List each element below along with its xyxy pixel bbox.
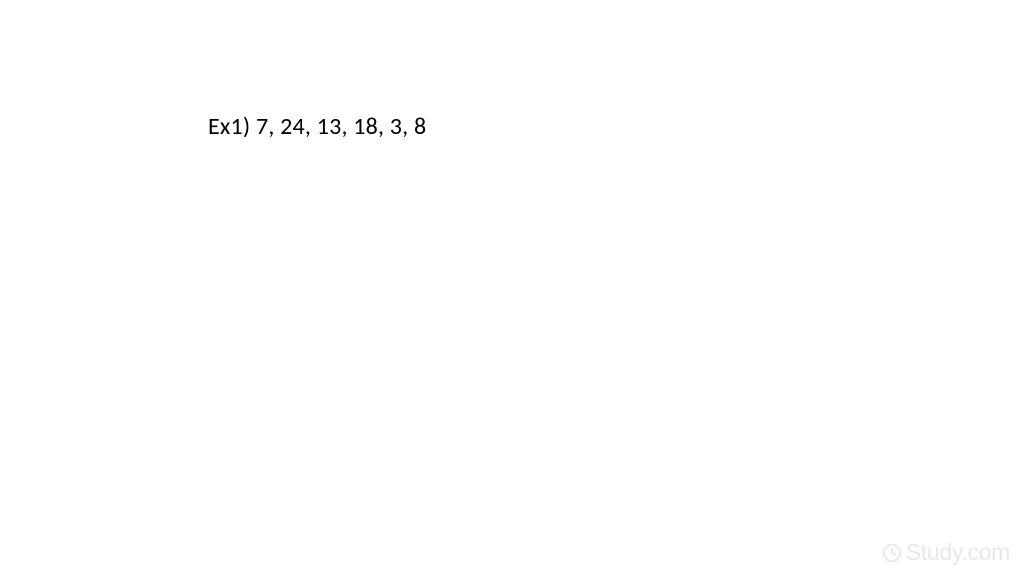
watermark: Study.com	[881, 539, 1010, 566]
example-values: 7, 24, 13, 18, 3, 8	[256, 112, 426, 141]
slide-content: Ex1) 7, 24, 13, 18, 3, 8 Study.com	[0, 0, 1024, 576]
clock-icon	[881, 542, 903, 564]
watermark-text: Study.com	[906, 539, 1010, 566]
example-line: Ex1) 7, 24, 13, 18, 3, 8	[208, 112, 426, 141]
example-label: Ex1)	[208, 112, 250, 141]
